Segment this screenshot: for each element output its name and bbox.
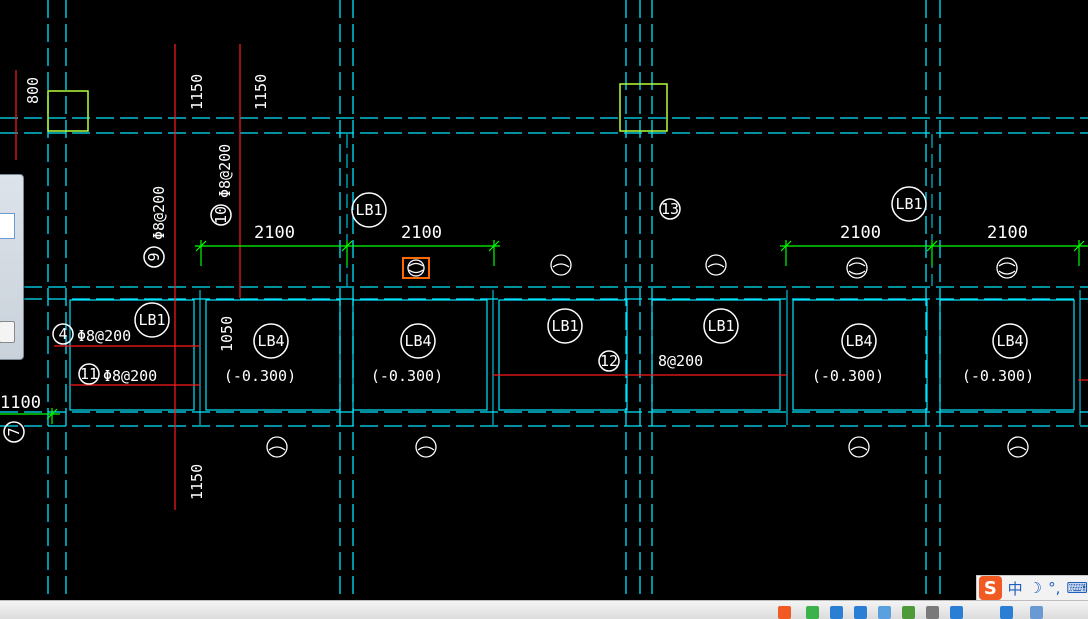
rebar-lines (15, 44, 1088, 510)
rebar-number: 4 (58, 325, 67, 343)
slab-label-text: LB1 (355, 201, 382, 219)
taskbar-app-icon[interactable] (878, 606, 891, 619)
slab-label-lb1-mid-a[interactable]: LB1 (547, 308, 583, 344)
column-middle[interactable] (619, 83, 668, 132)
dim-2100-b: 2100 (401, 223, 442, 243)
rebar-number: 9 (145, 252, 163, 261)
rebar-spec: 8@200 (658, 352, 703, 370)
rebar-callout-7[interactable]: 7 (3, 421, 25, 443)
slab-label-text: LB4 (257, 332, 284, 350)
slab-label-lb1-left[interactable]: LB1 (134, 302, 170, 338)
slab-label-text: LB4 (845, 332, 872, 350)
column-left[interactable] (47, 90, 89, 132)
rebar-callout-13[interactable]: 13 (659, 198, 681, 220)
palette-button[interactable] (0, 321, 15, 343)
dim-2100-d: 2100 (987, 223, 1028, 243)
rebar-number: 7 (5, 427, 23, 436)
rebar-callout-9[interactable]: 9 Φ8@200 (143, 186, 168, 268)
dim-2100-a: 2100 (254, 223, 295, 243)
slab-label-lb1-mid-b[interactable]: LB1 (703, 308, 739, 344)
rebar-spec: Φ8@200 (150, 186, 168, 240)
dim-800: 800 (24, 77, 42, 104)
slab-label-text: LB1 (895, 195, 922, 213)
taskbar-app-icon[interactable] (926, 606, 939, 619)
dim-1150-a: 1150 (188, 74, 206, 110)
ime-moon-icon[interactable]: ☽ (1029, 579, 1042, 597)
rebar-number: 10 (212, 206, 230, 224)
slab-label-text: LB1 (551, 317, 578, 335)
dim-2100-c: 2100 (840, 223, 881, 243)
taskbar-app-icon[interactable] (854, 606, 867, 619)
slab-label-lb4-d[interactable]: LB4 (-0.300) (962, 323, 1034, 385)
slab-elevation: (-0.300) (371, 367, 443, 385)
ime-toolbar[interactable]: S 中 ☽ °, ⌨ (976, 575, 1088, 601)
slab-elevation: (-0.300) (224, 367, 296, 385)
rebar-number: 12 (600, 352, 618, 370)
taskbar-app-icon[interactable] (902, 606, 915, 619)
support-symbols (266, 254, 1029, 458)
rebar-callout-12[interactable]: 12 8@200 (598, 350, 703, 372)
ime-language-toggle[interactable]: 中 (1008, 578, 1023, 599)
dim-1150-c: 1150 (188, 464, 206, 500)
rebar-spec: Φ8@200 (77, 327, 131, 345)
slab-label-lb4-b[interactable]: LB4 (-0.300) (371, 323, 443, 385)
rebar-number: 11 (80, 365, 98, 383)
floating-palette[interactable] (0, 174, 24, 360)
slab-label-lb1-top-right[interactable]: LB1 (891, 186, 927, 222)
taskbar-app-icon[interactable] (778, 606, 791, 619)
slab-elevation: (-0.300) (962, 367, 1034, 385)
slab-label-lb4-c[interactable]: LB4 (-0.300) (812, 323, 884, 385)
taskbar-app-icon[interactable] (806, 606, 819, 619)
slab-label-lb1-top[interactable]: LB1 (351, 192, 387, 228)
slab-label-text: LB4 (404, 332, 431, 350)
ime-keyboard-icon[interactable]: ⌨ (1066, 579, 1088, 597)
dim-1100: 1100 (0, 393, 41, 413)
rebar-spec: Φ8@200 (216, 144, 234, 198)
palette-input[interactable] (0, 213, 15, 239)
taskbar-app-icon[interactable] (1000, 606, 1013, 619)
rebar-callout-4[interactable]: 4 Φ8@200 (52, 323, 131, 345)
slab-label-text: LB1 (138, 311, 165, 329)
rebar-spec: Φ8@200 (103, 367, 157, 385)
ime-punctuation-icon[interactable]: °, (1048, 579, 1060, 597)
rebar-number: 13 (661, 200, 679, 218)
taskbar-app-icon[interactable] (1030, 606, 1043, 619)
rebar-callout-10[interactable]: 10 Φ8@200 (210, 144, 234, 226)
taskbar (0, 600, 1088, 619)
taskbar-app-icon[interactable] (950, 606, 963, 619)
dim-1150-b: 1150 (252, 74, 270, 110)
taskbar-app-icon[interactable] (830, 606, 843, 619)
rebar-callout-11[interactable]: 11 Φ8@200 (78, 363, 157, 385)
slab-label-text: LB4 (996, 332, 1023, 350)
cad-drawing-canvas[interactable]: 2100 2100 2100 2100 1100 1150 1150 1150 … (0, 0, 1088, 618)
selected-symbol[interactable] (402, 257, 430, 279)
dim-1050: 1050 (218, 316, 236, 352)
slab-elevation: (-0.300) (812, 367, 884, 385)
ime-logo-icon[interactable]: S (979, 576, 1002, 600)
slab-label-text: LB1 (707, 317, 734, 335)
